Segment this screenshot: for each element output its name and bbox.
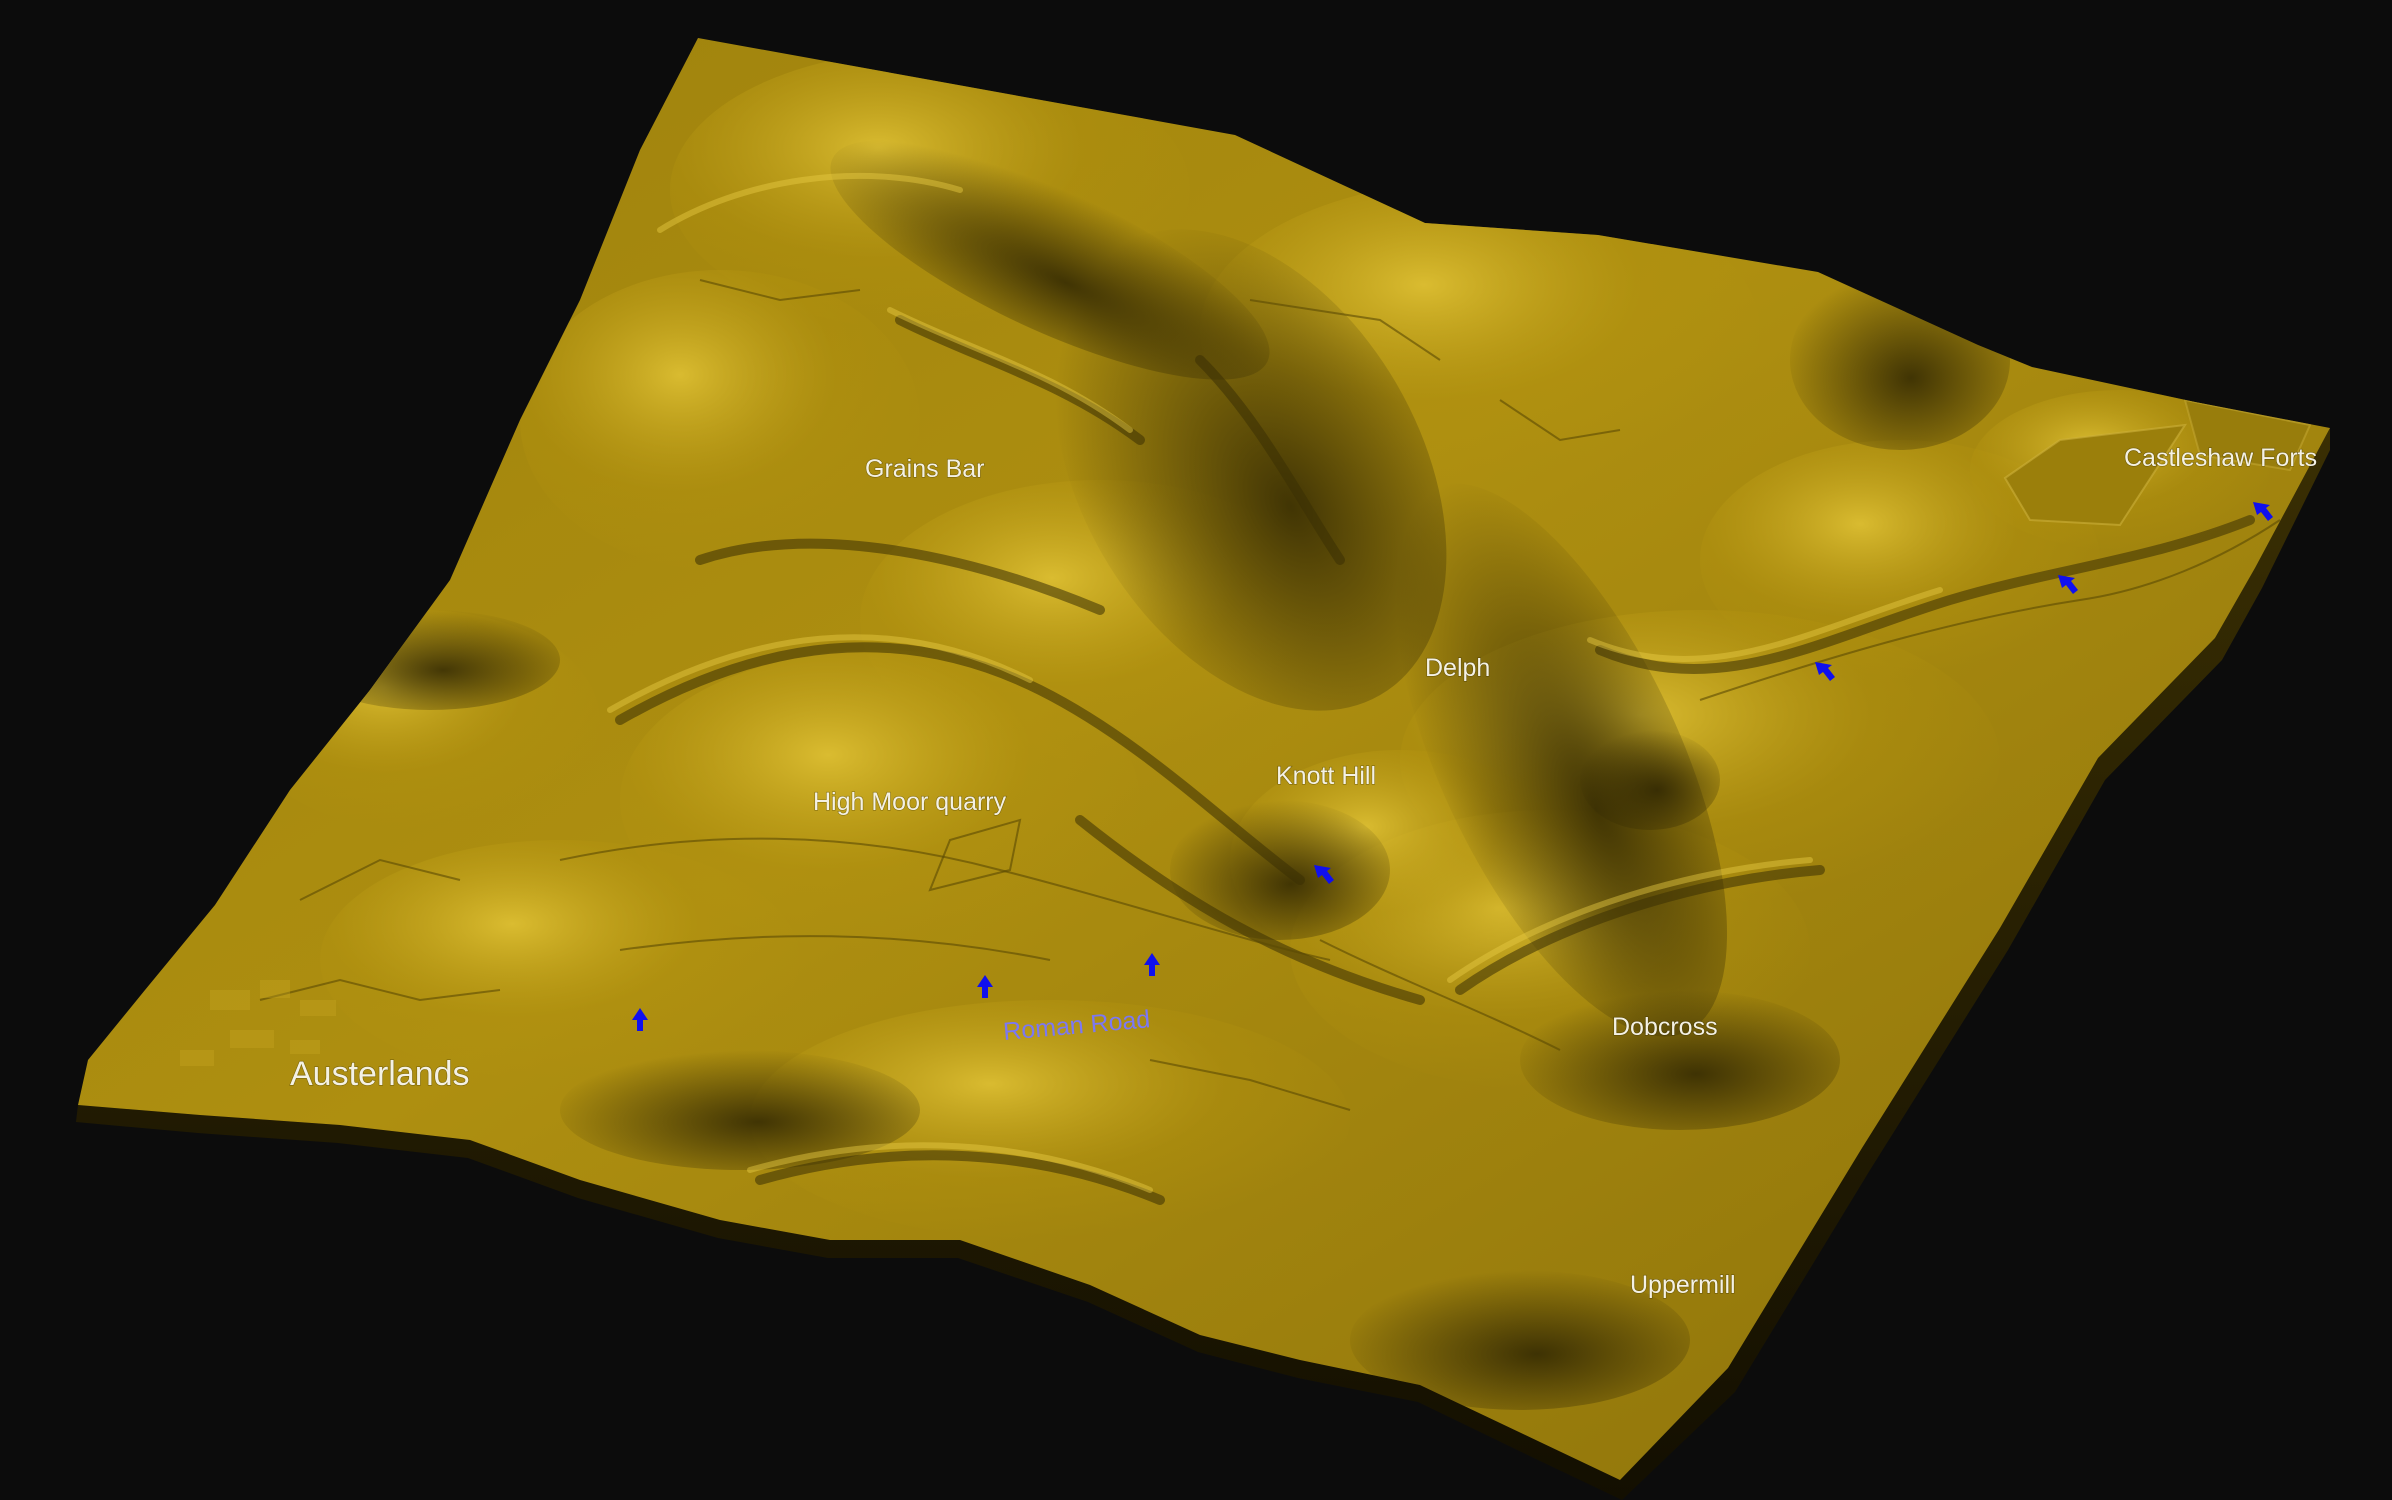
terrain-map: Austerlands Grains Bar High Moor quarry … [0,0,2392,1500]
label-castleshaw-forts: Castleshaw Forts [2124,444,2317,472]
label-austerlands: Austerlands [290,1055,470,1093]
label-dobcross: Dobcross [1612,1013,1718,1041]
label-high-moor-quarry: High Moor quarry [813,788,1007,816]
label-grains-bar: Grains Bar [865,455,984,483]
label-knott-hill: Knott Hill [1276,762,1376,790]
label-uppermill: Uppermill [1630,1271,1736,1299]
terrain-relief-map: Austerlands Grains Bar High Moor quarry … [76,38,2330,1500]
terrain-surface [78,38,2330,1480]
label-delph: Delph [1425,654,1490,682]
